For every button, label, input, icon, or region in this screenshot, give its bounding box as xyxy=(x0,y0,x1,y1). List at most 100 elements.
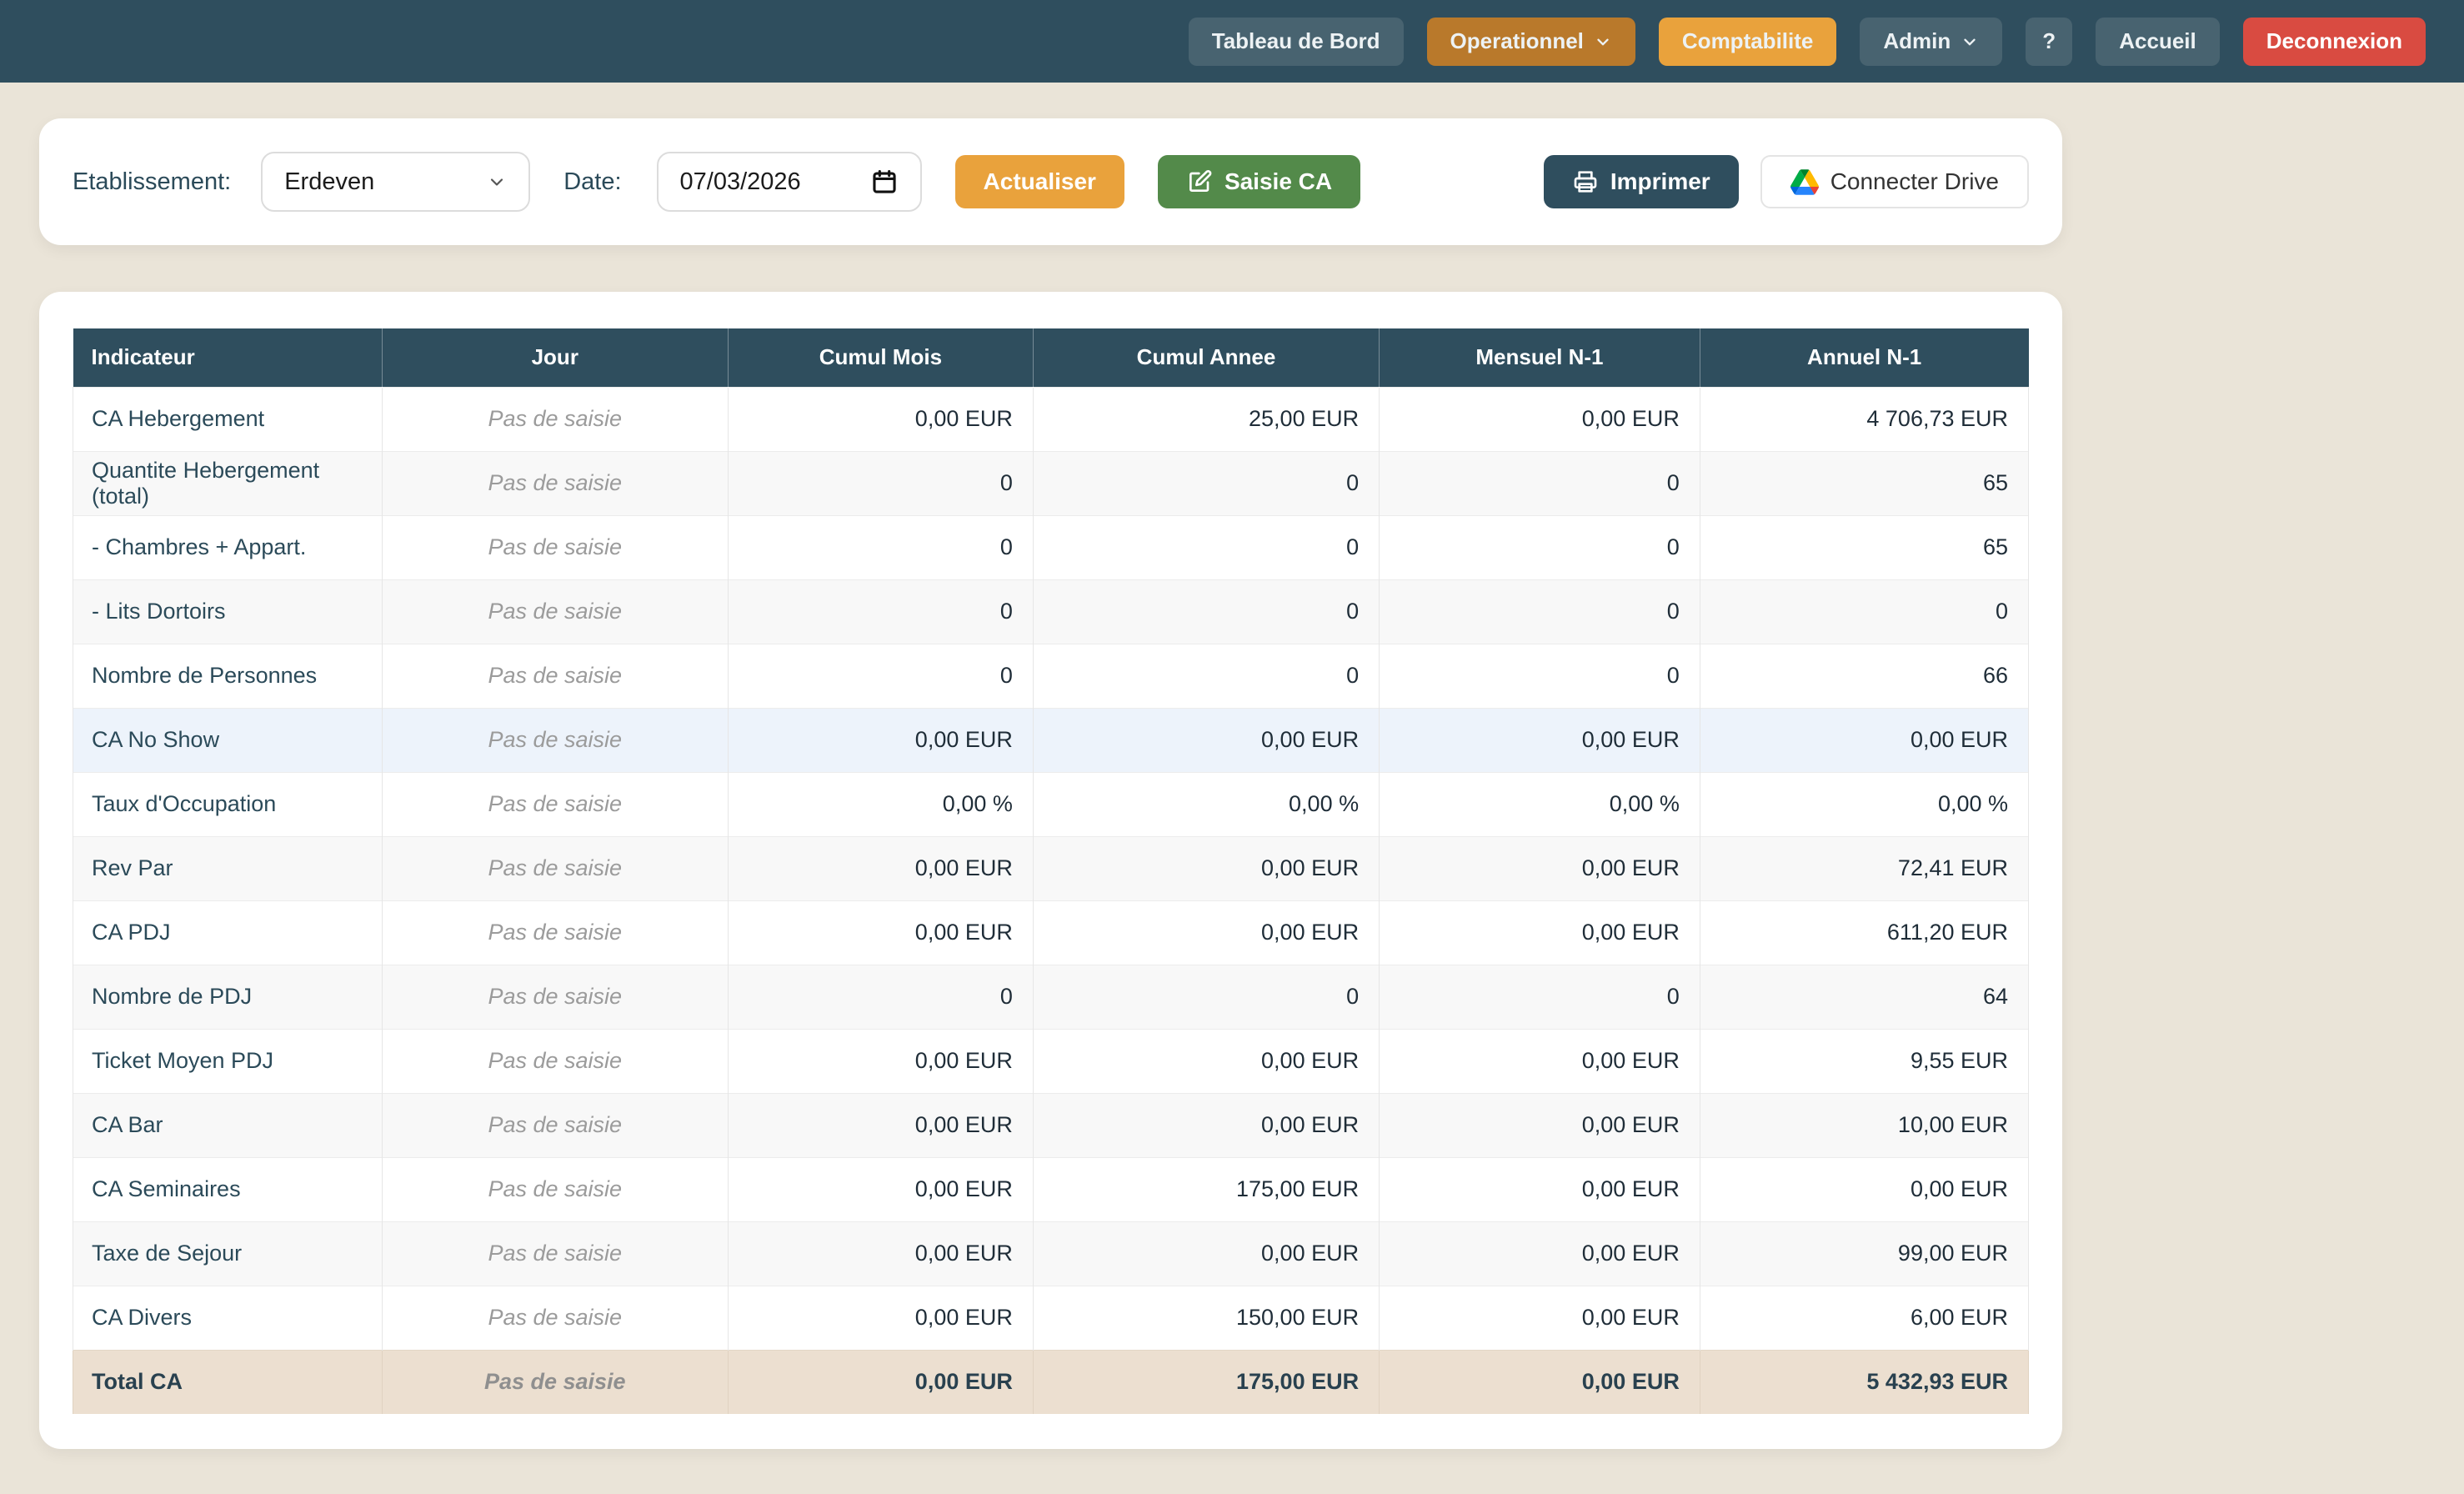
value-cell: 0,00 EUR xyxy=(1380,1221,1700,1286)
value-cell: 0,00 EUR xyxy=(1033,836,1379,900)
value-cell: 0,00 EUR xyxy=(1380,387,1700,451)
nav-operationnel-button[interactable]: Operationnel xyxy=(1427,18,1635,66)
value-cell: 0,00 % xyxy=(1380,772,1700,836)
column-header-indicateur: Indicateur xyxy=(73,328,383,387)
table-row: Taxe de SejourPas de saisie0,00 EUR0,00 … xyxy=(73,1221,2029,1286)
indicator-cell: Nombre de PDJ xyxy=(73,965,383,1029)
value-cell: 0 xyxy=(1380,579,1700,644)
jour-cell: Pas de saisie xyxy=(382,1221,728,1286)
nav-label: Tableau de Bord xyxy=(1212,28,1380,54)
jour-cell: Pas de saisie xyxy=(382,1093,728,1157)
value-cell: 0 xyxy=(1380,644,1700,708)
value-cell: 0,00 EUR xyxy=(728,1221,1033,1286)
value-cell: 0,00 EUR xyxy=(1700,1157,2028,1221)
nav-label: Accueil xyxy=(2119,28,2196,54)
table-row: CA HebergementPas de saisie0,00 EUR25,00… xyxy=(73,387,2029,451)
nav-comptabilite-button[interactable]: Comptabilite xyxy=(1659,18,1836,66)
table-row: Nombre de PDJPas de saisie00064 xyxy=(73,965,2029,1029)
table-row: CA DiversPas de saisie 0,00 EUR150,00 EUR… xyxy=(73,1286,2029,1350)
value-cell: 0,00 EUR xyxy=(728,1029,1033,1093)
value-cell: 0 xyxy=(1033,515,1379,579)
indicator-cell: Quantite Hebergement (total) xyxy=(73,451,383,515)
value-cell: 0,00 EUR xyxy=(1033,708,1379,772)
chevron-down-icon xyxy=(1961,33,1979,51)
etablissement-select[interactable]: Erdeven xyxy=(261,152,530,212)
connecter-drive-button[interactable]: Connecter Drive xyxy=(1760,155,2029,208)
value-cell: 0,00 EUR xyxy=(1380,1286,1700,1350)
help-button[interactable]: ? xyxy=(2026,18,2072,66)
drive-icon xyxy=(1790,169,1819,195)
value-cell: 0,00 EUR xyxy=(1033,1221,1379,1286)
value-cell: 5 432,93 EUR xyxy=(1700,1350,2028,1414)
value-cell: 65 xyxy=(1700,451,2028,515)
jour-cell: Pas de saisie xyxy=(382,965,728,1029)
jour-cell: Pas de saisie xyxy=(382,1350,728,1414)
connecter-drive-label: Connecter Drive xyxy=(1830,168,1999,195)
value-cell: 65 xyxy=(1700,515,2028,579)
deconnexion-button[interactable]: Deconnexion xyxy=(2243,18,2426,66)
value-cell: 0 xyxy=(1380,515,1700,579)
value-cell: 0,00 EUR xyxy=(728,1093,1033,1157)
imprimer-label: Imprimer xyxy=(1610,168,1710,195)
value-cell: 0 xyxy=(728,451,1033,515)
nav-tableau-de-bord-button[interactable]: Tableau de Bord xyxy=(1189,18,1404,66)
value-cell: 0,00 EUR xyxy=(1033,1029,1379,1093)
table-row: Rev ParPas de saisie0,00 EUR0,00 EUR0,00… xyxy=(73,836,2029,900)
jour-cell: Pas de saisie xyxy=(382,1286,728,1350)
nav-label: Comptabilite xyxy=(1682,28,1813,54)
indicator-cell: Rev Par xyxy=(73,836,383,900)
value-cell: 64 xyxy=(1700,965,2028,1029)
value-cell: 0,00 EUR xyxy=(1033,900,1379,965)
value-cell: 0,00 EUR xyxy=(728,1157,1033,1221)
indicator-cell: Nombre de Personnes xyxy=(73,644,383,708)
table-header-row: Indicateur Jour Cumul Mois Cumul Annee M… xyxy=(73,328,2029,387)
indicator-cell: CA No Show xyxy=(73,708,383,772)
value-cell: 175,00 EUR xyxy=(1033,1157,1379,1221)
saisie-ca-label: Saisie CA xyxy=(1224,168,1332,195)
value-cell: 175,00 EUR xyxy=(1033,1350,1379,1414)
table-row: Ticket Moyen PDJPas de saisie0,00 EUR0,0… xyxy=(73,1029,2029,1093)
nav-label: Operationnel xyxy=(1450,28,1584,54)
value-cell: 66 xyxy=(1700,644,2028,708)
value-cell: 0 xyxy=(1380,451,1700,515)
actualiser-button[interactable]: Actualiser xyxy=(955,155,1124,208)
value-cell: 0,00 EUR xyxy=(1700,708,2028,772)
indicator-cell: CA Hebergement xyxy=(73,387,383,451)
value-cell: 0 xyxy=(728,579,1033,644)
value-cell: 10,00 EUR xyxy=(1700,1093,2028,1157)
date-value: 07/03/2026 xyxy=(680,168,801,196)
value-cell: 0,00 EUR xyxy=(728,708,1033,772)
nav-accueil-button[interactable]: Accueil xyxy=(2096,18,2220,66)
jour-cell: Pas de saisie xyxy=(382,451,728,515)
edit-icon xyxy=(1186,168,1213,195)
etablissement-selected-value: Erdeven xyxy=(284,168,374,196)
table-row: CA PDJPas de saisie0,00 EUR0,00 EUR0,00 … xyxy=(73,900,2029,965)
jour-cell: Pas de saisie xyxy=(382,515,728,579)
indicator-cell: Ticket Moyen PDJ xyxy=(73,1029,383,1093)
saisie-ca-button[interactable]: Saisie CA xyxy=(1158,155,1360,208)
nav-admin-button[interactable]: Admin xyxy=(1860,18,2002,66)
value-cell: 0,00 EUR xyxy=(1380,1093,1700,1157)
indicator-cell: CA Seminaires xyxy=(73,1157,383,1221)
jour-cell: Pas de saisie xyxy=(382,772,728,836)
value-cell: 0,00 EUR xyxy=(1380,708,1700,772)
imprimer-button[interactable]: Imprimer xyxy=(1544,155,1739,208)
table-row: Nombre de PersonnesPas de saisie00066 xyxy=(73,644,2029,708)
value-cell: 0,00 EUR xyxy=(1380,1350,1700,1414)
value-cell: 0 xyxy=(728,515,1033,579)
table-row: Quantite Hebergement (total)Pas de saisi… xyxy=(73,451,2029,515)
value-cell: 0 xyxy=(1033,965,1379,1029)
table-row: Total CAPas de saisie0,00 EUR175,00 EUR0… xyxy=(73,1350,2029,1414)
value-cell: 72,41 EUR xyxy=(1700,836,2028,900)
indicator-cell: CA Divers xyxy=(73,1286,383,1350)
date-input[interactable]: 07/03/2026 xyxy=(657,152,922,212)
column-header-jour: Jour xyxy=(382,328,728,387)
jour-cell: Pas de saisie xyxy=(382,1029,728,1093)
indicator-cell: - Lits Dortoirs xyxy=(73,579,383,644)
table-row: CA BarPas de saisie0,00 EUR0,00 EUR0,00 … xyxy=(73,1093,2029,1157)
table-header: Indicateur Jour Cumul Mois Cumul Annee M… xyxy=(73,328,2029,387)
value-cell: 6,00 EUR xyxy=(1700,1286,2028,1350)
value-cell: 150,00 EUR xyxy=(1033,1286,1379,1350)
column-header-annuel-n1: Annuel N-1 xyxy=(1700,328,2028,387)
value-cell: 99,00 EUR xyxy=(1700,1221,2028,1286)
